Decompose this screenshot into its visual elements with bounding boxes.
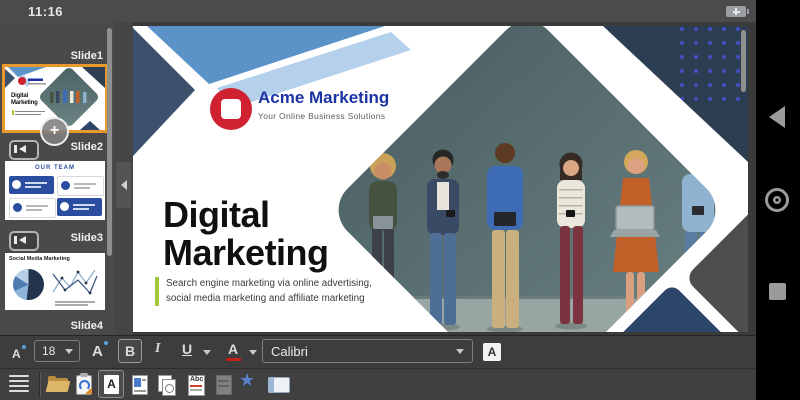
collapse-arrow-icon xyxy=(120,180,127,190)
shrink-indicator xyxy=(21,345,26,349)
font-size-value: 18 xyxy=(42,344,56,358)
spellcheck-icon[interactable]: Abc xyxy=(185,373,209,397)
slide-layout-icon[interactable] xyxy=(129,373,153,397)
chevron-down-icon xyxy=(456,349,464,354)
recents-icon[interactable] xyxy=(769,283,786,300)
team-card xyxy=(57,198,102,216)
canvas-scrollbar[interactable] xyxy=(741,30,746,92)
battery-charging-icon xyxy=(726,6,749,17)
home-icon[interactable] xyxy=(765,188,789,212)
font-size-dropdown[interactable]: 18 xyxy=(34,340,80,362)
panel-window-icon[interactable] xyxy=(267,373,291,397)
status-bar: 11:16 xyxy=(0,0,756,22)
panel-splitter xyxy=(115,22,133,335)
slide1-thumb-title: Digital Marketing xyxy=(11,93,38,106)
character-style-button[interactable]: A xyxy=(483,343,501,361)
grow-indicator xyxy=(103,341,108,345)
subtitle-accent-bar xyxy=(155,277,159,306)
shrink-font-button[interactable]: A xyxy=(12,345,26,361)
font-color-chevron-icon[interactable] xyxy=(249,350,257,355)
slide2-thumbnail[interactable]: OUR TEAM xyxy=(5,161,105,220)
slide3-thumbnail[interactable]: Social Media Marketing xyxy=(5,253,105,310)
toolbar-separator xyxy=(39,372,41,397)
slide3-label: Slide3 xyxy=(70,232,103,244)
slide1-label: Slide1 xyxy=(70,50,103,62)
title-line1: Digital xyxy=(163,194,270,235)
slide3-transition-icon[interactable] xyxy=(9,231,39,251)
logo-tagline: Your Online Business Solutions xyxy=(258,111,386,121)
slide-editor[interactable]: Acme Marketing Your Online Business Solu… xyxy=(133,26,748,332)
open-file-icon[interactable] xyxy=(45,373,71,397)
title-line2: Marketing xyxy=(163,232,329,273)
pie-chart-thumb xyxy=(13,269,44,300)
clock: 11:16 xyxy=(28,4,64,19)
font-name-dropdown[interactable]: Calibri xyxy=(262,339,473,363)
main-toolbar: A Abc ★ xyxy=(0,368,756,400)
home-icon-inner xyxy=(773,196,781,204)
dot-grid xyxy=(673,26,748,110)
slide2-transition-icon[interactable] xyxy=(9,140,39,160)
font-color-swatch xyxy=(226,358,241,361)
underline-chevron-icon[interactable] xyxy=(203,350,211,355)
clipboard-icon[interactable] xyxy=(73,373,97,397)
team-card xyxy=(9,198,56,218)
team-card xyxy=(9,176,54,194)
disabled-page-icon[interactable] xyxy=(213,373,237,397)
back-icon[interactable] xyxy=(769,106,785,128)
slide3-thumb-title: Social Media Marketing xyxy=(9,256,70,262)
logo-name: Acme Marketing xyxy=(258,88,390,107)
slide4-label: Slide4 xyxy=(70,320,103,332)
app-screen: { "status_bar": { "time": "11:16" }, "si… xyxy=(0,0,800,400)
subtitle-line2: social media marketing and affiliate mar… xyxy=(166,293,365,304)
team-card xyxy=(57,176,104,196)
line-chart-thumb xyxy=(52,269,98,295)
android-nav-bar xyxy=(756,0,800,400)
slide2-label: Slide2 xyxy=(70,141,103,153)
chevron-down-icon xyxy=(65,349,73,354)
menu-icon[interactable] xyxy=(8,373,32,397)
underline-button[interactable]: U xyxy=(182,341,192,357)
slide2-thumb-title: OUR TEAM xyxy=(35,165,75,171)
person-man-blue-shirt xyxy=(487,143,523,332)
slide-title-textbox[interactable]: Digital Marketing xyxy=(163,196,329,272)
font-name-value: Calibri xyxy=(271,344,308,359)
sidebar-scrollbar[interactable] xyxy=(107,28,112,256)
duplicate-slide-icon[interactable] xyxy=(156,373,180,397)
grow-font-button[interactable]: A xyxy=(92,341,108,360)
italic-button[interactable]: I xyxy=(155,341,160,357)
gallery-star-icon[interactable]: ★ xyxy=(239,370,255,391)
font-color-button[interactable]: A xyxy=(228,341,238,357)
acme-logo-icon xyxy=(210,88,252,130)
subtitle-line1: Search engine marketing via online adver… xyxy=(166,278,372,289)
format-toolbar: A 18 A B I U A Calibri A xyxy=(0,335,756,368)
add-slide-button[interactable]: + xyxy=(40,117,69,146)
character-dialog-icon[interactable]: A xyxy=(98,370,124,398)
bold-button[interactable]: B xyxy=(118,339,142,363)
splitter-handle[interactable] xyxy=(116,162,131,208)
slide-subtitle-textbox[interactable]: Search engine marketing via online adver… xyxy=(166,276,372,306)
slide-panel: Slide1 Digital Marketing + Slide2 OUR TE… xyxy=(0,22,115,335)
